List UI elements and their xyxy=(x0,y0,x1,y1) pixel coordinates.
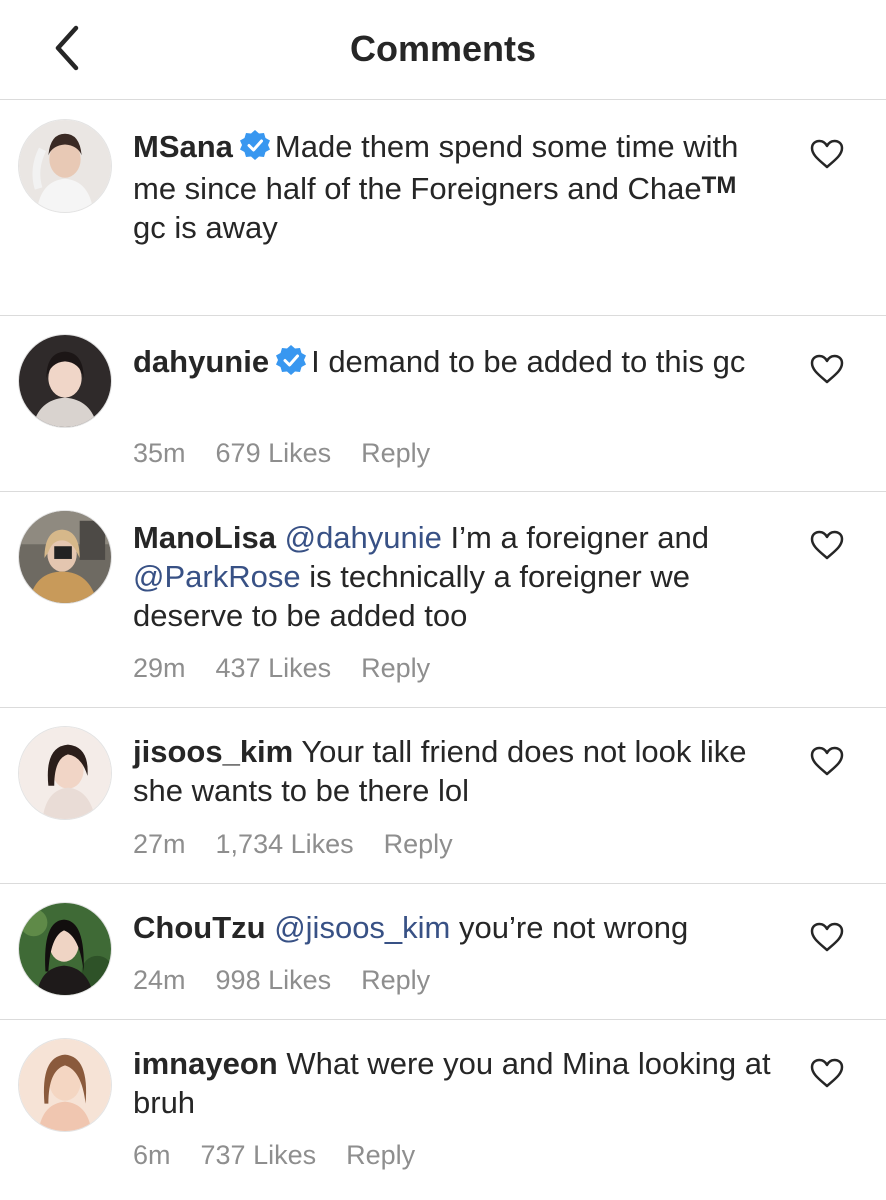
comment-item: dahyunie I demand to be added to this gc … xyxy=(0,316,886,492)
like-button[interactable] xyxy=(810,354,844,384)
username[interactable]: ChouTzu xyxy=(133,910,266,945)
mention-link[interactable]: @ParkRose xyxy=(133,559,301,594)
heart-icon xyxy=(810,922,844,952)
like-button[interactable] xyxy=(810,922,844,952)
like-button[interactable] xyxy=(810,1058,844,1088)
likes-count[interactable]: 737 Likes xyxy=(201,1140,317,1170)
comment-item: ChouTzu @jisoos_kim you’re not wrong 24m… xyxy=(0,884,886,1020)
mention-link[interactable]: @jisoos_kim xyxy=(274,910,450,945)
comment-text: jisoos_kim Your tall friend does not loo… xyxy=(133,732,773,810)
username[interactable]: MSana xyxy=(133,129,233,164)
reply-button[interactable]: Reply xyxy=(346,1140,415,1170)
like-button[interactable] xyxy=(810,746,844,776)
comment-meta: 35m 679 Likes Reply xyxy=(133,438,460,469)
trademark-symbol: TM xyxy=(701,172,737,199)
likes-count[interactable]: 1,734 Likes xyxy=(216,829,354,859)
reply-button[interactable]: Reply xyxy=(361,653,430,683)
like-button[interactable] xyxy=(810,530,844,560)
comment-time: 27m xyxy=(133,829,186,859)
like-button[interactable] xyxy=(810,139,844,169)
avatar[interactable] xyxy=(18,902,112,996)
comment-meta: 6m 737 Likes Reply xyxy=(133,1140,445,1171)
verified-badge-icon xyxy=(239,130,270,160)
likes-count[interactable]: 998 Likes xyxy=(216,965,332,995)
comment-time: 35m xyxy=(133,438,186,468)
heart-icon xyxy=(810,746,844,776)
comment-item: jisoos_kim Your tall friend does not loo… xyxy=(0,708,886,884)
comment-meta: 29m 437 Likes Reply xyxy=(133,653,460,684)
username[interactable]: imnayeon xyxy=(133,1046,278,1081)
avatar[interactable] xyxy=(18,1038,112,1132)
comment-body: I’m a foreigner and xyxy=(441,520,709,555)
avatar[interactable] xyxy=(18,119,112,213)
comment-text: imnayeon What were you and Mina looking … xyxy=(133,1044,773,1122)
reply-button[interactable]: Reply xyxy=(361,965,430,995)
comment-item: imnayeon What were you and Mina looking … xyxy=(0,1020,886,1200)
header-bar: Comments xyxy=(0,0,886,100)
comment-text: ChouTzu @jisoos_kim you’re not wrong xyxy=(133,908,773,947)
avatar[interactable] xyxy=(18,334,112,428)
comment-time: 6m xyxy=(133,1140,171,1170)
username[interactable]: ManoLisa xyxy=(133,520,276,555)
comment-meta: 27m 1,734 Likes Reply xyxy=(133,829,483,860)
avatar[interactable] xyxy=(18,726,112,820)
username[interactable]: dahyunie xyxy=(133,344,269,379)
comment-time: 29m xyxy=(133,653,186,683)
page-title: Comments xyxy=(349,28,537,69)
comment-body: you’re not wrong xyxy=(450,910,689,945)
mention-link[interactable]: @dahyunie xyxy=(285,520,442,555)
heart-icon xyxy=(810,139,844,169)
comment-text: ManoLisa @dahyunie I’m a foreigner and @… xyxy=(133,518,773,635)
likes-count[interactable]: 679 Likes xyxy=(216,438,332,468)
comment-item: MSana Made them spend some time with me s… xyxy=(0,101,886,316)
comment-text: MSana Made them spend some time with me s… xyxy=(133,127,773,247)
heart-icon xyxy=(810,530,844,560)
reply-button[interactable]: Reply xyxy=(361,438,430,468)
heart-icon xyxy=(810,354,844,384)
likes-count[interactable]: 437 Likes xyxy=(216,653,332,683)
comment-text: dahyunie I demand to be added to this gc xyxy=(133,342,773,381)
comment-time: 24m xyxy=(133,965,186,995)
avatar[interactable] xyxy=(18,510,112,604)
username[interactable]: jisoos_kim xyxy=(133,734,293,769)
comment-meta: 24m 998 Likes Reply xyxy=(133,965,460,996)
heart-icon xyxy=(810,1058,844,1088)
comment-item: ManoLisa @dahyunie I’m a foreigner and @… xyxy=(0,492,886,708)
comment-body: I demand to be added to this gc xyxy=(311,344,746,379)
verified-badge-icon xyxy=(276,345,307,375)
reply-button[interactable]: Reply xyxy=(384,829,453,859)
comment-body-end: gc is away xyxy=(133,210,278,245)
